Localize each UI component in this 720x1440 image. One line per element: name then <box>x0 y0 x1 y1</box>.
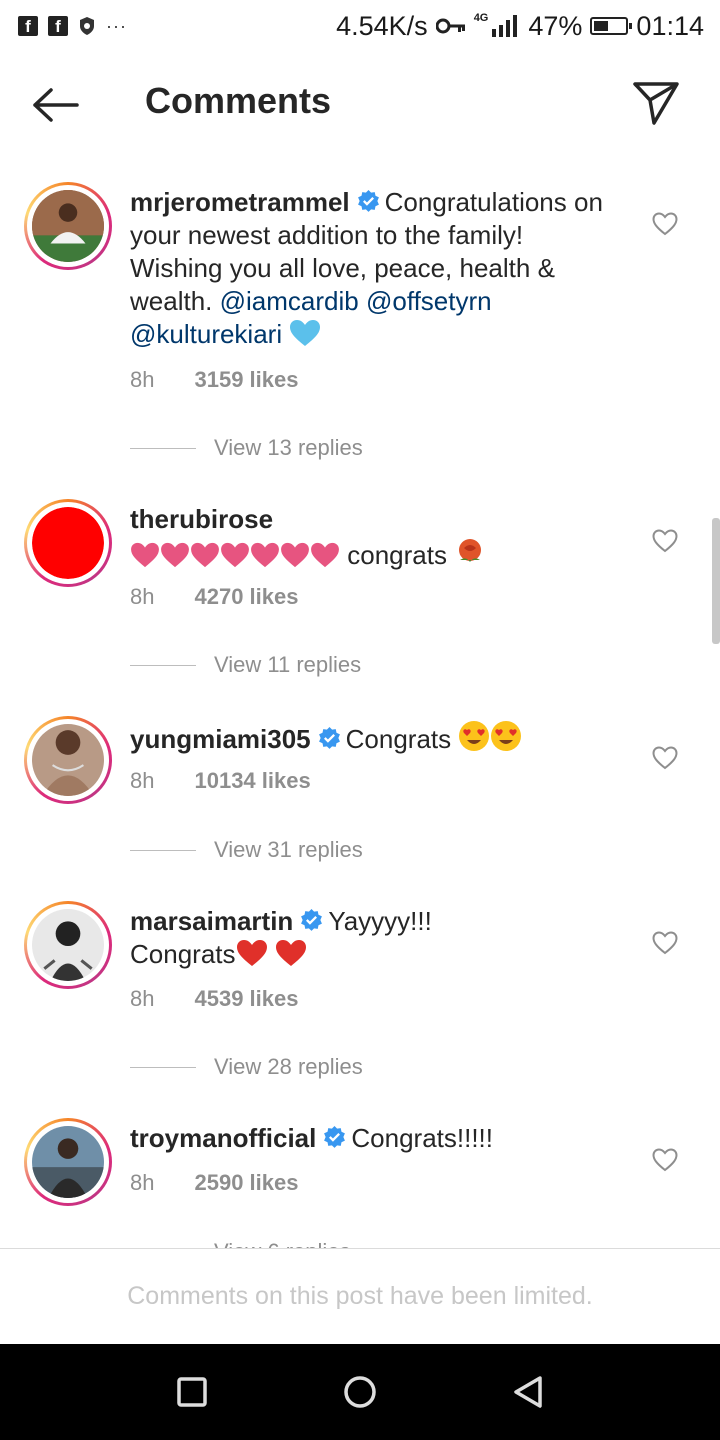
view-replies-label: View 28 replies <box>214 1054 363 1079</box>
avatar[interactable] <box>24 499 112 587</box>
send-icon <box>633 82 679 125</box>
comment-text: Yayyyy!!! <box>328 906 432 936</box>
avatar[interactable] <box>24 716 112 804</box>
heart-eyes-emoji <box>491 721 522 751</box>
status-bar: f f ··· 4.54K/s 4G 47% 01:14 <box>0 0 720 52</box>
heart-outline-icon[interactable] <box>652 1148 678 1172</box>
network-type: 4G <box>473 12 489 24</box>
avatar-image <box>32 724 104 796</box>
back-button[interactable] <box>30 82 80 128</box>
triangle-nav-icon[interactable] <box>510 1374 546 1410</box>
comments-list[interactable]: mrjerometrammel Congratulations on your n… <box>0 170 720 1248</box>
comment-username[interactable]: troymanofficial <box>130 1123 316 1153</box>
mention-link[interactable]: @kulturekiari <box>130 319 282 349</box>
avatar[interactable] <box>24 901 112 989</box>
key-icon <box>435 18 465 34</box>
heart-outline-icon[interactable] <box>652 746 678 770</box>
avatar[interactable] <box>24 1118 112 1206</box>
avatar[interactable] <box>24 182 112 270</box>
mention-link[interactable]: @iamcardib <box>220 286 359 316</box>
comment-likes[interactable]: 4270 likes <box>194 584 298 610</box>
verified-badge-icon <box>301 909 323 931</box>
battery-icon <box>590 17 633 35</box>
back-arrow-icon <box>33 88 79 122</box>
view-replies-button[interactable]: View 6 replies <box>130 1239 351 1248</box>
comment-likes[interactable]: 3159 likes <box>194 367 298 393</box>
clock: 01:14 <box>636 10 704 41</box>
more-notifications-icon: ··· <box>106 15 127 36</box>
rose-emoji <box>459 539 482 562</box>
view-replies-button[interactable]: View 31 replies <box>130 837 363 863</box>
view-replies-label: View 31 replies <box>214 837 363 862</box>
comment-time: 8h <box>130 768 155 793</box>
verified-badge-icon <box>357 190 379 212</box>
heart-outline-icon[interactable] <box>652 529 678 553</box>
comment-time: 8h <box>130 367 155 392</box>
comment-likes[interactable]: 4539 likes <box>194 986 298 1012</box>
comment-text: Congrats!!!!! <box>351 1123 493 1153</box>
avatar-image <box>32 909 104 981</box>
red-heart-emoji <box>236 940 267 966</box>
circle-nav-icon[interactable] <box>342 1374 378 1410</box>
comment-time: 8h <box>130 986 155 1011</box>
system-nav-bar <box>0 1344 720 1440</box>
comment-time: 8h <box>130 584 155 609</box>
view-replies-label: View 6 replies <box>214 1239 351 1248</box>
comments-limited-notice: Comments on this post have been limited. <box>0 1248 720 1344</box>
heart-outline-icon[interactable] <box>652 212 678 236</box>
share-button[interactable] <box>632 80 682 130</box>
comment-username[interactable]: marsaimartin <box>130 906 293 936</box>
comment-text: Congrats <box>345 724 452 754</box>
facebook-notification-icon: f <box>48 16 68 36</box>
battery-percent: 47% <box>528 10 583 41</box>
blue-heart-emoji <box>290 320 321 346</box>
mention-link[interactable]: @offsetyrn <box>366 286 492 316</box>
page-title: Comments <box>145 80 332 121</box>
heart-outline-icon[interactable] <box>652 931 678 955</box>
scrollbar[interactable] <box>712 518 720 644</box>
verified-badge-icon <box>318 727 340 749</box>
header: Comments <box>0 60 720 150</box>
view-replies-button[interactable]: View 28 replies <box>130 1054 363 1080</box>
comment-username[interactable]: mrjerometrammel <box>130 187 350 217</box>
pink-hearts-emoji <box>130 540 347 570</box>
comment-username[interactable]: yungmiami305 <box>130 724 311 754</box>
comment-username[interactable]: therubirose <box>130 504 273 534</box>
avatar-image <box>32 1126 104 1198</box>
facebook-notification-icon: f <box>18 16 38 36</box>
view-replies-label: View 13 replies <box>214 435 363 460</box>
view-replies-button[interactable]: View 13 replies <box>130 435 363 461</box>
comment-likes[interactable]: 2590 likes <box>194 1170 298 1196</box>
view-replies-button[interactable]: View 11 replies <box>130 652 361 678</box>
comment-text: congrats <box>347 540 447 570</box>
view-replies-label: View 11 replies <box>214 652 362 677</box>
shield-icon <box>80 17 94 35</box>
heart-eyes-emoji <box>459 721 490 751</box>
avatar-image <box>32 507 104 579</box>
square-nav-icon[interactable] <box>174 1374 210 1410</box>
network-speed: 4.54K/s <box>336 10 428 41</box>
verified-badge-icon <box>324 1126 346 1148</box>
comment-time: 8h <box>130 1170 155 1195</box>
red-heart-emoji <box>275 940 306 966</box>
signal-icon <box>492 15 518 37</box>
comment-text-line2: Congrats <box>130 939 236 969</box>
comment-likes[interactable]: 10134 likes <box>194 768 310 794</box>
avatar-image <box>32 190 104 262</box>
